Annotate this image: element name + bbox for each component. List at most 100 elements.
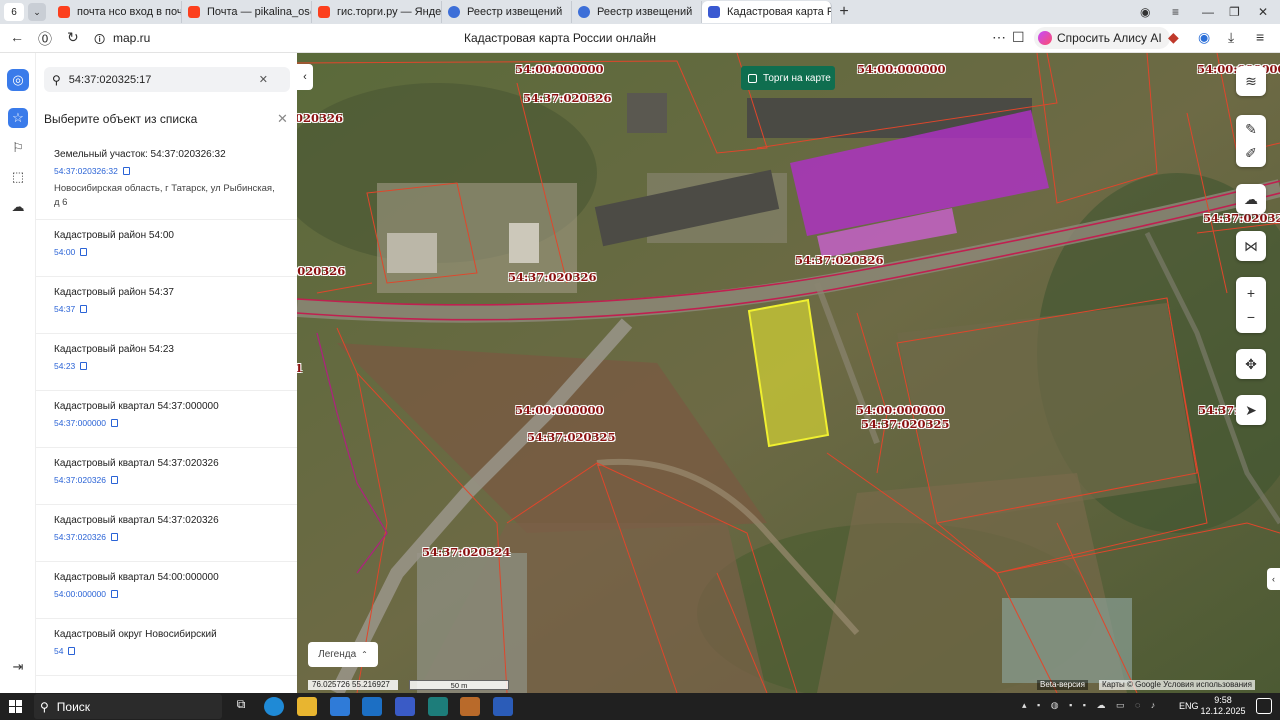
tab-label: Реестр извещений: [597, 6, 693, 18]
layers-button[interactable]: ≋: [1236, 66, 1266, 96]
item-code[interactable]: 54:37:020326: [54, 532, 279, 542]
zoom-controls: + −: [1236, 277, 1266, 333]
copy-icon[interactable]: [111, 533, 118, 541]
zoom-out-icon[interactable]: −: [1247, 305, 1255, 329]
close-results-icon[interactable]: ✕: [277, 111, 288, 127]
browser-tab[interactable]: Реестр извещений: [572, 1, 702, 23]
edge-icon[interactable]: [264, 697, 284, 716]
browser-tab-active[interactable]: Кадастровая карта Росс ✕: [702, 1, 832, 23]
clock[interactable]: 9:58 12.12.2025: [1198, 695, 1248, 717]
list-item[interactable]: Кадастровый район 54:00 54:00: [36, 220, 297, 277]
close-window-button[interactable]: ✕: [1258, 0, 1268, 24]
alice-button[interactable]: Спросить Алису AI: [1034, 27, 1170, 49]
tab-label: Почта — pikalina_os@nso: [207, 6, 311, 18]
share-button[interactable]: ⋈: [1236, 231, 1266, 261]
system-tray[interactable]: ▴ ▪ ◍ ▪ ▪ ☁ ▭ ◌ ♪: [1022, 700, 1159, 711]
copy-icon[interactable]: [80, 305, 88, 313]
pan-button[interactable]: ✥: [1236, 349, 1266, 379]
downloads-icon[interactable]: ⤓: [1228, 29, 1234, 46]
browser-tab[interactable]: гис.торги.ру — Яндекс: н: [312, 1, 442, 23]
store-icon[interactable]: [330, 697, 350, 716]
taskbar-search-label: Поиск: [56, 699, 91, 714]
list-item[interactable]: Кадастровый квартал 54:37:020326 54:37:0…: [36, 505, 297, 562]
item-code-text: 54:37:020326:32: [54, 166, 118, 176]
login-icon[interactable]: ⇥: [8, 657, 28, 677]
chevron-up-icon: ⌃: [361, 650, 368, 659]
clock-time: 9:58: [1214, 695, 1232, 705]
favorites-icon[interactable]: ☆: [8, 108, 28, 128]
taskbar-search[interactable]: ⚲ Поиск: [34, 694, 222, 719]
new-tab-button[interactable]: +: [832, 3, 856, 21]
list-item[interactable]: Кадастровый район 54:37 54:37: [36, 277, 297, 334]
minimize-button[interactable]: —: [1202, 0, 1214, 24]
expand-right-panel-button[interactable]: ‹: [1267, 568, 1280, 590]
map-canvas[interactable]: ‹ Торги на карте 54:00:000000 54:00:0000…: [297, 53, 1280, 693]
profile-icon[interactable]: ◉: [1140, 0, 1150, 24]
extension-icon[interactable]: ◆: [1168, 29, 1179, 46]
locate-button[interactable]: ➤: [1236, 395, 1266, 425]
list-item[interactable]: Кадастровый округ Новосибирский 54: [36, 619, 297, 676]
copy-icon[interactable]: [80, 248, 88, 256]
menu-icon[interactable]: ≡: [1256, 29, 1264, 45]
list-item[interactable]: Кадастровый квартал 54:37:020326 54:37:0…: [36, 448, 297, 505]
search-input[interactable]: [68, 73, 259, 86]
item-code-text: 54:37:000000: [54, 418, 106, 428]
app-icon[interactable]: [460, 697, 480, 716]
menu-icon[interactable]: ≡: [1172, 0, 1179, 24]
ruler-icon[interactable]: ✎: [1245, 117, 1257, 141]
browser-tab[interactable]: Реестр извещений: [442, 1, 572, 23]
app-icon[interactable]: [428, 697, 448, 716]
list-item[interactable]: Кадастровый район 54:23 54:23: [36, 334, 297, 391]
cloud-icon[interactable]: ☁: [8, 197, 28, 217]
torgi-toggle[interactable]: Торги на карте: [741, 66, 835, 90]
tab-label: гис.торги.ру — Яндекс: н: [337, 6, 442, 18]
windows-start-icon[interactable]: [9, 700, 22, 713]
copy-icon[interactable]: [80, 362, 88, 370]
item-code[interactable]: 54:23: [54, 361, 279, 371]
edit-icon[interactable]: ✐: [1245, 141, 1257, 165]
select-area-icon[interactable]: ⬚: [8, 167, 28, 187]
restore-button[interactable]: ❐: [1229, 0, 1240, 24]
browser-tab[interactable]: почта нсо вход в почту —: [52, 1, 182, 23]
yandex-browser-icon[interactable]: [395, 697, 415, 716]
browser-tab[interactable]: Почта — pikalina_os@nso: [182, 1, 312, 23]
item-title: Кадастровый район 54:37: [54, 287, 174, 298]
list-item[interactable]: Кадастровый квартал 54:37:000000 54:37:0…: [36, 391, 297, 448]
results-list: Земельный участок: 54:37:020326:32 54:37…: [36, 139, 297, 676]
item-code[interactable]: 54: [54, 646, 279, 656]
clear-search-icon[interactable]: ✕: [259, 73, 268, 86]
extension-icon[interactable]: ◉: [1198, 29, 1210, 46]
item-code[interactable]: 54:37:020326: [54, 475, 279, 485]
mail-icon[interactable]: [362, 697, 382, 716]
explorer-icon[interactable]: [297, 697, 317, 716]
cadastral-label: 54:37:020326: [795, 253, 884, 267]
zoom-in-icon[interactable]: +: [1247, 281, 1255, 305]
flag-icon[interactable]: ⚐: [8, 138, 28, 158]
item-code[interactable]: 54:00:000000: [54, 589, 279, 599]
copy-icon[interactable]: [122, 167, 130, 175]
word-icon[interactable]: [493, 697, 513, 716]
copy-icon[interactable]: [111, 590, 118, 598]
item-code[interactable]: 54:37:020326:32: [54, 166, 279, 176]
copy-icon[interactable]: [68, 647, 76, 655]
item-code[interactable]: 54:00: [54, 247, 279, 257]
map-attribution[interactable]: Карты © Google Условия использования: [1099, 680, 1255, 690]
upload-button[interactable]: ☁: [1236, 184, 1266, 214]
notifications-icon[interactable]: [1256, 698, 1272, 714]
more-icon[interactable]: ⋯: [992, 29, 1006, 46]
list-item[interactable]: Земельный участок: 54:37:020326:32 54:37…: [36, 139, 297, 220]
app-logo-icon[interactable]: ◎: [7, 69, 29, 91]
list-item[interactable]: Кадастровый квартал 54:00:000000 54:00:0…: [36, 562, 297, 619]
collapse-panel-button[interactable]: ‹: [297, 64, 313, 90]
item-code[interactable]: 54:37: [54, 304, 279, 314]
tab-count-badge[interactable]: 6: [4, 3, 24, 21]
copy-icon[interactable]: [111, 419, 118, 427]
item-code[interactable]: 54:37:000000: [54, 418, 279, 428]
language-indicator[interactable]: ENG: [1179, 701, 1199, 711]
bookmark-icon[interactable]: ☐: [1012, 29, 1025, 46]
copy-icon[interactable]: [111, 476, 118, 484]
tab-list-button[interactable]: ⌄: [28, 3, 46, 21]
share-icon: ⋈: [1244, 238, 1258, 254]
task-view-icon[interactable]: ⧉: [231, 697, 251, 716]
legend-button[interactable]: Легенда ⌃: [308, 642, 378, 667]
